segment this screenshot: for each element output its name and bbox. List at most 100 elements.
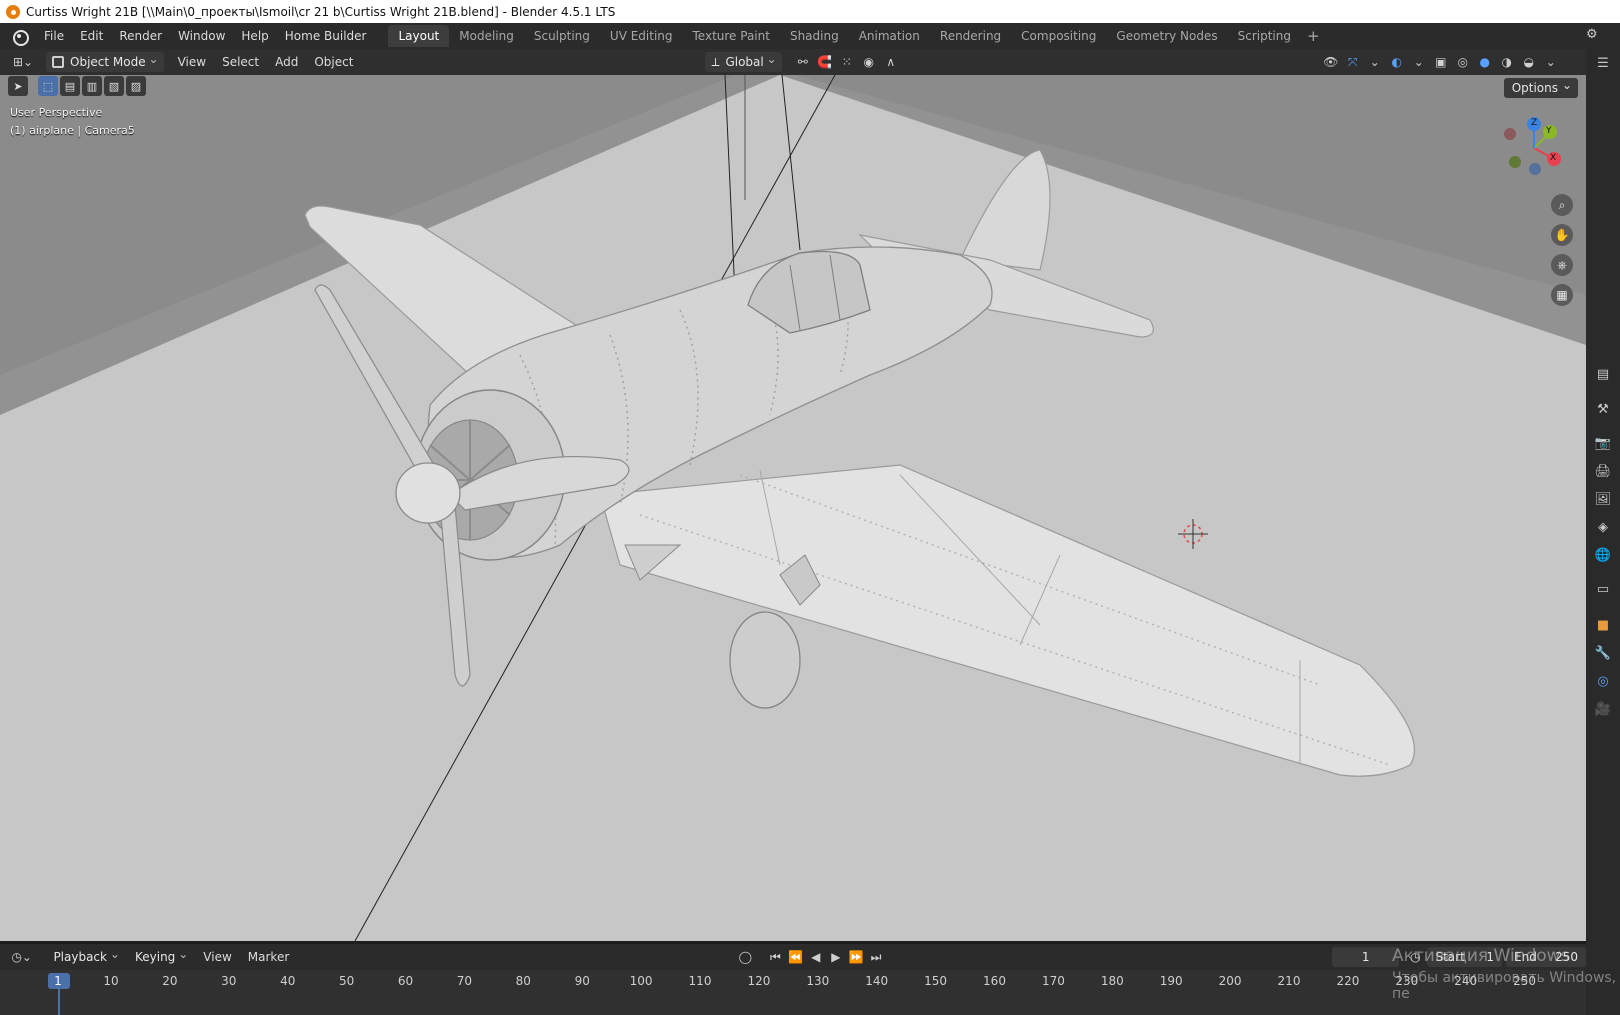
menu-render[interactable]: Render [111, 25, 170, 47]
timeline-view-menu[interactable]: View [197, 947, 237, 967]
scene-selector-icon[interactable]: ⚙ [1586, 27, 1606, 45]
add-workspace-button[interactable]: + [1301, 27, 1326, 45]
object-data-camera-icon[interactable]: 🎥 [1593, 699, 1613, 719]
falloff-icon[interactable]: ∧ [880, 52, 902, 72]
os-activation-hint: Чтобы активировать Windows, пе [1392, 970, 1617, 1002]
top-menubar: File Edit Render Window Help Home Builde… [0, 23, 1620, 49]
menu-home-builder[interactable]: Home Builder [277, 25, 375, 47]
current-frame-field[interactable]: 1 [1332, 947, 1400, 967]
select-subtract-icon[interactable]: ▥ [82, 76, 102, 96]
physics-properties-icon[interactable]: ◎ [1593, 671, 1613, 691]
frame-tick-label: 200 [1218, 974, 1242, 988]
shading-solid-icon[interactable]: ● [1474, 52, 1496, 72]
frame-tick-label: 30 [221, 974, 237, 988]
menu-help[interactable]: Help [233, 25, 276, 47]
jump-keyframe-back-icon[interactable]: ⏪ [786, 947, 806, 967]
3d-viewport[interactable]: User Perspective (1) airplane | Camera5 … [0, 75, 1586, 941]
zoom-icon[interactable]: ⌕ [1551, 194, 1573, 216]
mode-selector[interactable]: Object Mode [46, 49, 164, 72]
select-extend-icon[interactable]: ▤ [60, 76, 80, 96]
editor-type-icon[interactable]: ⊞⌄ [8, 52, 38, 72]
navigation-gizmo[interactable]: X Y Z [1498, 113, 1568, 183]
menu-select[interactable]: Select [216, 52, 265, 72]
shading-material-icon[interactable]: ◑ [1496, 52, 1518, 72]
render-properties-icon[interactable]: 📷 [1593, 433, 1613, 453]
play-icon[interactable]: ▶ [826, 947, 846, 967]
frame-tick-label: 20 [162, 974, 178, 988]
shading-wireframe-icon[interactable]: ◎ [1452, 52, 1474, 72]
tab-scripting[interactable]: Scripting [1228, 25, 1301, 47]
menu-file[interactable]: File [36, 25, 72, 47]
tab-layout[interactable]: Layout [388, 25, 450, 47]
select-intersect-icon[interactable]: ▨ [126, 76, 146, 96]
gizmo-dropdown-icon[interactable]: ⌄ [1364, 52, 1386, 72]
tab-geometry-nodes[interactable]: Geometry Nodes [1106, 25, 1227, 47]
tab-texture-paint[interactable]: Texture Paint [683, 25, 780, 47]
proportional-edit-icon[interactable]: ◉ [858, 52, 880, 72]
frame-tick-label: 80 [515, 974, 531, 988]
jump-start-icon[interactable]: ⏮ [765, 947, 785, 967]
timeline-ruler[interactable]: 1 10 20 30 40 50 60 70 80 90 100 110 120 130 140 150 160… [0, 970, 1586, 1015]
frame-tick-label: 120 [747, 974, 771, 988]
gizmo-toggle-icon[interactable]: ⤧ [1342, 52, 1364, 72]
select-invert-icon[interactable]: ▧ [104, 76, 124, 96]
snap-toggle-icon[interactable]: 🧲 [814, 52, 836, 72]
pivot-point-icon[interactable]: ⚯ [792, 52, 814, 72]
select-box-icon[interactable]: ⬚ [38, 76, 58, 96]
tab-sculpting[interactable]: Sculpting [524, 25, 600, 47]
frame-tick-label: 160 [983, 974, 1006, 988]
jump-end-icon[interactable]: ⏭ [866, 947, 886, 967]
frame-tick-label: 130 [806, 974, 830, 988]
pan-hand-icon[interactable]: ✋ [1551, 224, 1573, 246]
tab-modeling[interactable]: Modeling [449, 25, 524, 47]
keying-menu[interactable]: Keying [129, 944, 193, 967]
playback-menu[interactable]: Playback [47, 944, 125, 967]
camera-view-icon[interactable]: ⎈ [1551, 254, 1573, 276]
tab-uv-editing[interactable]: UV Editing [600, 25, 683, 47]
transform-orientation-select[interactable]: ⟂ Global [705, 49, 782, 72]
timeline-header: ◷⌄ Playback Keying View Marker ◯ ⏮ ⏪ ◀ ▶… [0, 944, 1587, 970]
auto-keying-icon[interactable]: ◯ [735, 947, 755, 967]
collection-properties-icon[interactable]: ▭ [1593, 579, 1613, 599]
blender-logo-icon [6, 4, 20, 19]
tab-compositing[interactable]: Compositing [1011, 25, 1106, 47]
overlays-dropdown-icon[interactable]: ⌄ [1408, 52, 1430, 72]
shading-dropdown-icon[interactable]: ⌄ [1540, 52, 1562, 72]
menu-add[interactable]: Add [269, 52, 304, 72]
menu-object[interactable]: Object [308, 52, 359, 72]
perspective-grid-icon[interactable]: ▦ [1551, 284, 1573, 306]
menu-edit[interactable]: Edit [72, 25, 111, 47]
frame-tick-label: 210 [1277, 974, 1301, 988]
modifier-properties-icon[interactable]: 🔧 [1593, 643, 1613, 663]
view-layer-icon[interactable]: 🖼 [1593, 489, 1613, 509]
landing-wheel [729, 611, 801, 709]
workspace-tabs: Layout Modeling Sculpting UV Editing Tex… [388, 23, 1325, 49]
select-tool-icon[interactable]: ➤ [8, 76, 28, 96]
tab-rendering[interactable]: Rendering [930, 25, 1011, 47]
menu-window[interactable]: Window [170, 25, 233, 47]
play-reverse-icon[interactable]: ◀ [806, 947, 826, 967]
tab-shading[interactable]: Shading [780, 25, 849, 47]
blender-menu-icon[interactable] [10, 29, 29, 46]
properties-editor-icon[interactable]: ▤ [1593, 364, 1613, 384]
output-properties-icon[interactable]: 🖨 [1593, 461, 1613, 481]
shading-rendered-icon[interactable]: ◒ [1518, 52, 1540, 72]
playhead-line [58, 988, 60, 1015]
world-properties-icon[interactable]: 🌐 [1593, 545, 1613, 565]
scene-properties-icon[interactable]: ◈ [1593, 517, 1613, 537]
tool-properties-icon[interactable]: ⚒ [1593, 399, 1613, 419]
snap-settings-icon[interactable]: ⁙ [836, 52, 858, 72]
options-dropdown[interactable]: Options [1503, 75, 1578, 98]
tab-animation[interactable]: Animation [849, 25, 930, 47]
xray-toggle-icon[interactable]: ▣ [1430, 52, 1452, 72]
outliner-icon[interactable]: ☰ [1593, 53, 1613, 73]
marker-menu[interactable]: Marker [242, 947, 295, 967]
timeline-editor-type-icon[interactable]: ◷⌄ [8, 947, 35, 967]
gizmo-z-label: Z [1531, 118, 1538, 128]
jump-keyframe-forward-icon[interactable]: ⏩ [846, 947, 866, 967]
menu-view[interactable]: View [172, 52, 212, 72]
object-properties-icon[interactable]: ■ [1593, 615, 1613, 635]
frame-tick-label: 40 [280, 974, 296, 988]
visibility-icon[interactable]: 👁 [1320, 52, 1342, 72]
overlays-toggle-icon[interactable]: ◐ [1386, 52, 1408, 72]
